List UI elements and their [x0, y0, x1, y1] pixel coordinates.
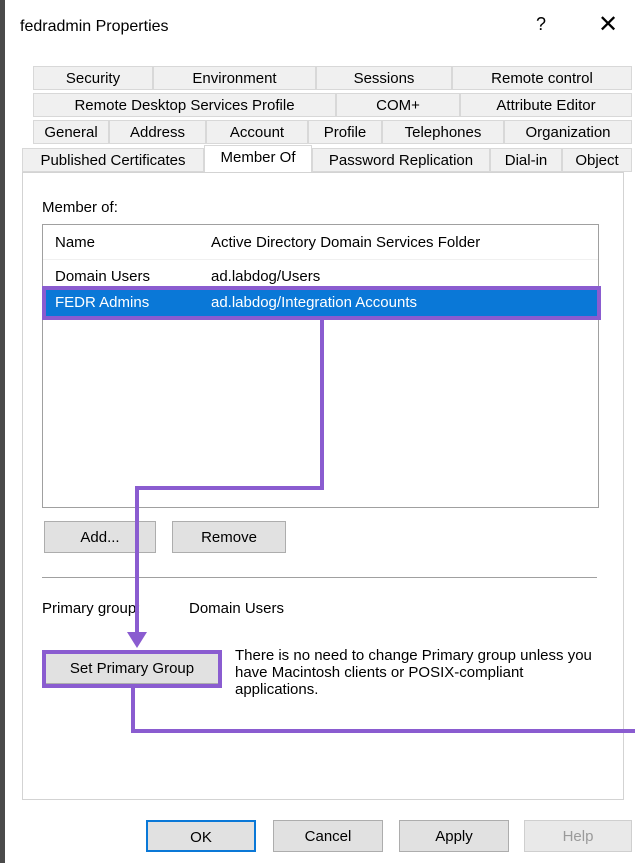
- tab-published-certificates[interactable]: Published Certificates: [22, 148, 204, 172]
- annotation-connector: [131, 688, 135, 733]
- tab-remote-control[interactable]: Remote control: [452, 66, 632, 90]
- annotation-connector: [135, 486, 139, 634]
- annotation-connector: [320, 320, 324, 490]
- window-title: fedradmin Properties: [20, 18, 169, 35]
- tab-object[interactable]: Object: [562, 148, 632, 172]
- cancel-button[interactable]: Cancel: [273, 820, 383, 852]
- window-left-edge: [0, 0, 5, 863]
- tab-member-of[interactable]: Member Of: [204, 145, 312, 172]
- help-button: Help: [524, 820, 632, 852]
- column-header-folder[interactable]: Active Directory Domain Services Folder: [211, 234, 480, 251]
- annotation-arrow-icon: [127, 632, 147, 648]
- primary-group-label: Primary group:: [42, 600, 141, 617]
- tab-environment[interactable]: Environment: [153, 66, 316, 90]
- apply-button[interactable]: Apply: [399, 820, 509, 852]
- tab-com-plus[interactable]: COM+: [336, 93, 460, 117]
- tab-organization[interactable]: Organization: [504, 120, 632, 144]
- remove-button[interactable]: Remove: [172, 521, 286, 553]
- annotation-connector: [131, 729, 635, 733]
- ok-button[interactable]: OK: [146, 820, 256, 852]
- tab-account[interactable]: Account: [206, 120, 308, 144]
- tab-general[interactable]: General: [33, 120, 109, 144]
- member-of-label: Member of:: [42, 199, 118, 216]
- tab-address[interactable]: Address: [109, 120, 206, 144]
- list-header: Name Active Directory Domain Services Fo…: [43, 225, 598, 260]
- highlight-set-primary-group: [42, 650, 222, 688]
- tab-sessions[interactable]: Sessions: [316, 66, 452, 90]
- tab-security[interactable]: Security: [33, 66, 153, 90]
- list-item-folder: ad.labdog/Users: [211, 268, 321, 285]
- tab-password-replication[interactable]: Password Replication: [312, 148, 490, 172]
- add-button[interactable]: Add...: [44, 521, 156, 553]
- tab-attribute-editor[interactable]: Attribute Editor: [460, 93, 632, 117]
- highlight-selected-row: [42, 286, 601, 320]
- tab-remote-desktop-services-profile[interactable]: Remote Desktop Services Profile: [33, 93, 336, 117]
- tab-profile[interactable]: Profile: [308, 120, 382, 144]
- primary-group-value: Domain Users: [189, 600, 285, 617]
- divider: [42, 577, 597, 578]
- column-header-name[interactable]: Name: [55, 234, 95, 251]
- tab-telephones[interactable]: Telephones: [382, 120, 504, 144]
- help-icon[interactable]: ?: [536, 14, 546, 35]
- primary-group-note: There is no need to change Primary group…: [235, 647, 592, 698]
- close-icon[interactable]: ✕: [598, 10, 618, 39]
- list-item-name: Domain Users: [55, 268, 151, 285]
- tab-dial-in[interactable]: Dial-in: [490, 148, 562, 172]
- annotation-connector: [135, 486, 324, 490]
